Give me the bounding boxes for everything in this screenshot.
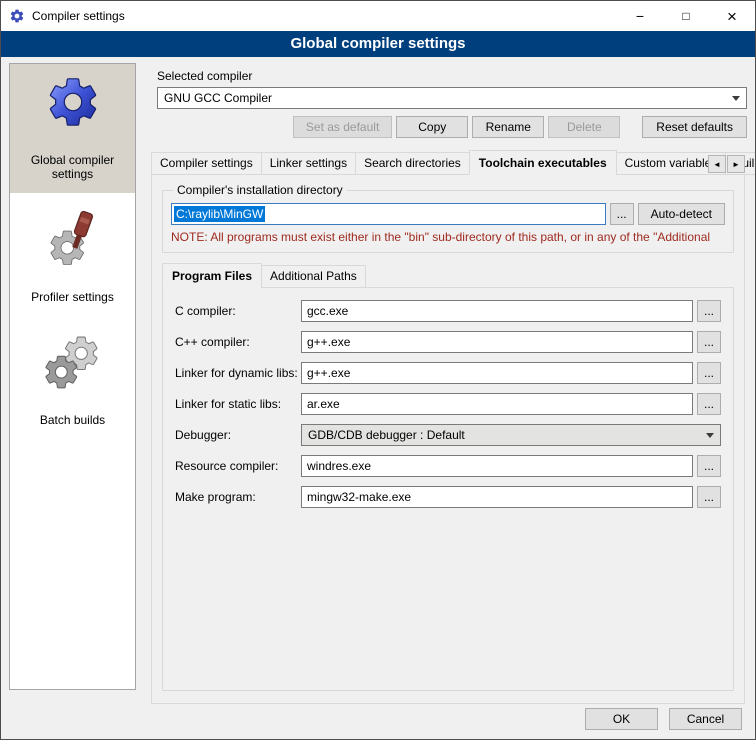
- make-program-input[interactable]: [301, 486, 693, 508]
- cancel-button[interactable]: Cancel: [669, 708, 742, 730]
- form-row: Linker for static libs: ...: [175, 393, 721, 415]
- sidebar-item-label: Profiler settings: [31, 290, 114, 304]
- cpp-compiler-label: C++ compiler:: [175, 335, 301, 349]
- set-as-default-button: Set as default: [293, 116, 392, 138]
- form-row: C++ compiler: ...: [175, 331, 721, 353]
- copy-button[interactable]: Copy: [396, 116, 468, 138]
- program-files-panel: C compiler: ... C++ compiler: ... Linker…: [162, 287, 734, 691]
- compiler-actions: Set as default Copy Rename Delete Reset …: [157, 116, 747, 138]
- maximize-button[interactable]: □: [663, 1, 709, 31]
- sidebar-item-label: Global compiler settings: [14, 153, 131, 181]
- chevron-down-icon: [706, 433, 714, 438]
- form-row: Debugger: GDB/CDB debugger : Default: [175, 424, 721, 446]
- debugger-select[interactable]: GDB/CDB debugger : Default: [301, 424, 721, 446]
- dialog-header: Global compiler settings: [1, 31, 755, 57]
- auto-detect-button[interactable]: Auto-detect: [638, 203, 725, 225]
- settings-tabs: Compiler settings Linker settings Search…: [151, 150, 745, 175]
- debugger-select-value: GDB/CDB debugger : Default: [308, 428, 465, 442]
- sidebar-item-global-compiler-settings[interactable]: Global compiler settings: [10, 64, 135, 193]
- tab-additional-paths[interactable]: Additional Paths: [261, 265, 366, 288]
- delete-button: Delete: [548, 116, 620, 138]
- c-compiler-label: C compiler:: [175, 304, 301, 318]
- dialog-footer: OK Cancel: [585, 708, 742, 730]
- close-button[interactable]: ×: [709, 1, 755, 31]
- form-row: Linker for dynamic libs: ...: [175, 362, 721, 384]
- titlebar[interactable]: Compiler settings − □ ×: [1, 1, 755, 31]
- window-controls: − □ ×: [617, 1, 755, 31]
- selected-compiler-label: Selected compiler: [157, 69, 749, 83]
- cpp-compiler-browse-button[interactable]: ...: [697, 331, 721, 353]
- window-title: Compiler settings: [32, 9, 125, 23]
- install-dir-group: Compiler's installation directory C:\ray…: [162, 183, 734, 253]
- maximize-icon: □: [682, 10, 689, 22]
- tab-compiler-settings[interactable]: Compiler settings: [151, 152, 262, 175]
- make-program-browse-button[interactable]: ...: [697, 486, 721, 508]
- install-dir-browse-button[interactable]: ...: [610, 203, 634, 225]
- static-linker-browse-button[interactable]: ...: [697, 393, 721, 415]
- compiler-settings-window: Compiler settings − □ × Global compiler …: [0, 0, 756, 740]
- minimize-icon: −: [636, 9, 644, 23]
- debugger-label: Debugger:: [175, 428, 301, 442]
- tab-scroll-buttons: ◄ ►: [708, 155, 745, 173]
- profiler-icon: [44, 210, 102, 268]
- c-compiler-browse-button[interactable]: ...: [697, 300, 721, 322]
- dynamic-linker-input[interactable]: [301, 362, 693, 384]
- app-icon: [9, 8, 25, 24]
- gear-icon: [44, 73, 102, 131]
- tab-program-files[interactable]: Program Files: [162, 263, 262, 288]
- tab-toolchain-executables[interactable]: Toolchain executables: [469, 150, 617, 175]
- sidebar-item-label: Batch builds: [40, 413, 105, 427]
- resource-compiler-input[interactable]: [301, 455, 693, 477]
- install-dir-value: C:\raylib\MinGW: [174, 206, 265, 222]
- static-linker-input[interactable]: [301, 393, 693, 415]
- compiler-select[interactable]: GNU GCC Compiler: [157, 87, 747, 109]
- toolchain-executables-panel: Compiler's installation directory C:\ray…: [151, 174, 745, 704]
- cpp-compiler-input[interactable]: [301, 331, 693, 353]
- form-row: C compiler: ...: [175, 300, 721, 322]
- chevron-down-icon: [732, 96, 740, 101]
- arrow-left-icon: ◄: [713, 160, 721, 169]
- install-dir-input[interactable]: C:\raylib\MinGW: [171, 203, 606, 225]
- batch-builds-icon: [44, 333, 102, 391]
- minimize-button[interactable]: −: [617, 1, 663, 31]
- close-icon: ×: [727, 8, 737, 25]
- sidebar: Global compiler settings Profiler settin…: [9, 63, 136, 690]
- resource-compiler-label: Resource compiler:: [175, 459, 301, 473]
- arrow-right-icon: ►: [732, 160, 740, 169]
- form-row: Resource compiler: ...: [175, 455, 721, 477]
- c-compiler-input[interactable]: [301, 300, 693, 322]
- static-linker-label: Linker for static libs:: [175, 397, 301, 411]
- install-note: NOTE: All programs must exist either in …: [171, 230, 725, 244]
- ok-button[interactable]: OK: [585, 708, 658, 730]
- sidebar-item-batch-builds[interactable]: Batch builds: [10, 324, 135, 439]
- compiler-select-value: GNU GCC Compiler: [164, 91, 272, 105]
- install-dir-legend: Compiler's installation directory: [173, 183, 347, 197]
- tab-scroll-right-button[interactable]: ►: [727, 155, 745, 173]
- tab-scroll-left-button[interactable]: ◄: [708, 155, 726, 173]
- dynamic-linker-label: Linker for dynamic libs:: [175, 366, 301, 380]
- make-program-label: Make program:: [175, 490, 301, 504]
- tab-search-directories[interactable]: Search directories: [355, 152, 470, 175]
- form-row: Make program: ...: [175, 486, 721, 508]
- reset-defaults-button[interactable]: Reset defaults: [642, 116, 747, 138]
- program-tabs: Program Files Additional Paths: [162, 263, 734, 288]
- rename-button[interactable]: Rename: [472, 116, 544, 138]
- install-dir-row: C:\raylib\MinGW ... Auto-detect: [171, 203, 725, 225]
- main-panel: Selected compiler GNU GCC Compiler Set a…: [147, 61, 749, 704]
- tab-linker-settings[interactable]: Linker settings: [261, 152, 356, 175]
- resource-compiler-browse-button[interactable]: ...: [697, 455, 721, 477]
- dynamic-linker-browse-button[interactable]: ...: [697, 362, 721, 384]
- sidebar-item-profiler-settings[interactable]: Profiler settings: [10, 201, 135, 316]
